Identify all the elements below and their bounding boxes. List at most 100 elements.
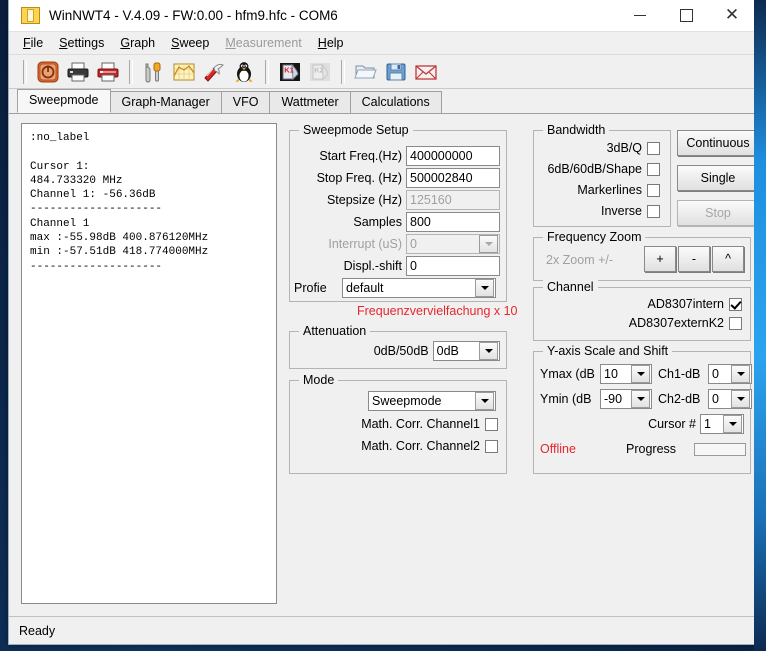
displ-shift-label: Displ.-shift <box>290 259 402 273</box>
ymax-label: Ymax (dB <box>540 367 598 381</box>
chevron-down-icon[interactable] <box>731 365 750 383</box>
stop-button: Stop <box>677 200 755 226</box>
start-freq-input[interactable]: 400000000 <box>406 146 500 166</box>
channel-group: Channel AD8307intern AD8307externK2 <box>533 287 751 341</box>
bandwidth-markerlines-checkbox[interactable] <box>647 184 660 197</box>
interrupt-value: 0 <box>410 237 479 251</box>
folder-open-icon[interactable] <box>351 58 381 86</box>
tab-graph-manager[interactable]: Graph-Manager <box>110 91 222 113</box>
menu-label-measurement: easurement <box>236 36 302 50</box>
attenuation-title: Attenuation <box>299 324 370 338</box>
math-corr-ch1-checkbox[interactable] <box>485 418 498 431</box>
menu-label-graph: raph <box>130 36 155 50</box>
window-controls: ✕ <box>617 0 755 30</box>
swiss-knife-icon[interactable] <box>199 58 229 86</box>
zoom-out-button[interactable]: - <box>678 246 710 272</box>
tab-strip: Sweepmode Graph-Manager VFO Wattmeter Ca… <box>9 89 755 114</box>
channel-ad8307externk2-label: AD8307externK2 <box>534 316 724 330</box>
printer-icon[interactable] <box>63 58 93 86</box>
attenuation-select[interactable]: 0dB <box>433 341 500 361</box>
chevron-down-icon[interactable] <box>731 390 750 408</box>
bandwidth-inverse-checkbox[interactable] <box>647 205 660 218</box>
attenuation-group: Attenuation 0dB/50dB 0dB <box>289 331 507 369</box>
svg-text:K1: K1 <box>284 65 294 74</box>
toolbar: K1 K2 <box>9 55 755 89</box>
samples-label: Samples <box>290 215 402 229</box>
menu-item-file[interactable]: File <box>15 34 51 52</box>
zoom-in-button[interactable]: + <box>644 246 676 272</box>
tab-calculations[interactable]: Calculations <box>350 91 442 113</box>
main-content: :no_label Cursor 1: 484.733320 MHz Chann… <box>9 114 755 616</box>
zoom-up-button[interactable]: ^ <box>712 246 744 272</box>
math-corr-ch2-checkbox[interactable] <box>485 440 498 453</box>
bandwidth-group: Bandwidth 3dB/Q 6dB/60dB/Shape Markerlin… <box>533 130 671 227</box>
ymax-select[interactable]: 10 <box>600 364 652 384</box>
mode-value: Sweepmode <box>372 394 475 408</box>
menu-label-sweep: weep <box>179 36 209 50</box>
tab-wattmeter[interactable]: Wattmeter <box>269 91 350 113</box>
minimize-button[interactable] <box>617 0 663 30</box>
menu-label-file: ile <box>31 36 44 50</box>
channel-ad8307intern-checkbox[interactable] <box>729 298 742 311</box>
menu-item-help[interactable]: Help <box>310 34 352 52</box>
menu-bar: File Settings Graph Sweep Measurement He… <box>9 32 755 55</box>
application-window: WinNWT4 - V.4.09 - FW:0.00 - hfm9.hfc - … <box>8 0 756 645</box>
continuous-button[interactable]: Continuous <box>677 130 755 156</box>
measurement-text-panel[interactable]: :no_label Cursor 1: 484.733320 MHz Chann… <box>21 123 277 604</box>
document-k1-icon[interactable]: K1 <box>275 58 305 86</box>
menu-item-graph[interactable]: Graph <box>112 34 163 52</box>
bandwidth-3db-q-checkbox[interactable] <box>647 142 660 155</box>
connection-status-badge: Offline <box>540 442 576 456</box>
chevron-down-icon[interactable] <box>631 365 650 383</box>
menu-item-settings[interactable]: Settings <box>51 34 112 52</box>
math-corr-ch2-label: Math. Corr. Channel2 <box>290 439 480 453</box>
tab-sweepmode[interactable]: Sweepmode <box>17 89 111 113</box>
chevron-down-icon[interactable] <box>723 415 742 433</box>
ch1-db-select[interactable]: 0 <box>708 364 752 384</box>
bandwidth-3db-q-label: 3dB/Q <box>534 141 642 155</box>
samples-input[interactable]: 800 <box>406 212 500 232</box>
maximize-button[interactable] <box>663 0 709 30</box>
mode-title: Mode <box>299 373 338 387</box>
stop-freq-label: Stop Freq. (Hz) <box>290 171 402 185</box>
bandwidth-6db-60db-shape-checkbox[interactable] <box>647 163 660 176</box>
chevron-down-icon[interactable] <box>475 392 494 410</box>
profie-value: default <box>346 281 475 295</box>
bandwidth-markerlines-label: Markerlines <box>534 183 642 197</box>
graph-grid-icon[interactable] <box>169 58 199 86</box>
toolbar-separator <box>23 60 27 84</box>
chevron-down-icon[interactable] <box>479 342 498 360</box>
menu-item-sweep[interactable]: Sweep <box>163 34 217 52</box>
tab-vfo[interactable]: VFO <box>221 91 271 113</box>
stop-freq-input[interactable]: 500002840 <box>406 168 500 188</box>
interrupt-select: 0 <box>406 234 500 254</box>
close-button[interactable]: ✕ <box>709 0 755 30</box>
floppy-save-icon[interactable] <box>381 58 411 86</box>
mode-select[interactable]: Sweepmode <box>368 391 496 411</box>
chevron-down-icon[interactable] <box>631 390 650 408</box>
math-corr-ch1-label: Math. Corr. Channel1 <box>290 417 480 431</box>
single-button[interactable]: Single <box>677 165 755 191</box>
status-text: Ready <box>19 624 55 638</box>
tools-wrench-screwdriver-icon[interactable] <box>139 58 169 86</box>
progress-bar <box>694 443 746 456</box>
document-k2-icon: K2 <box>305 58 335 86</box>
ymin-value: -90 <box>604 392 631 406</box>
channel-ad8307externk2-checkbox[interactable] <box>729 317 742 330</box>
yaxis-scale-shift-title: Y-axis Scale and Shift <box>543 344 672 358</box>
penguin-tux-icon[interactable] <box>229 58 259 86</box>
envelope-red-icon[interactable] <box>411 58 441 86</box>
attenuation-label: 0dB/50dB <box>290 344 429 358</box>
chevron-down-icon[interactable] <box>475 279 494 297</box>
ch2-db-select[interactable]: 0 <box>708 389 752 409</box>
printer-red-icon[interactable] <box>93 58 123 86</box>
profie-label: Profie <box>294 281 338 295</box>
ch1-db-label: Ch1-dB <box>658 367 708 381</box>
power-off-icon[interactable] <box>33 58 63 86</box>
profie-select[interactable]: default <box>342 278 496 298</box>
bandwidth-inverse-label: Inverse <box>534 204 642 218</box>
cursor-number-select[interactable]: 1 <box>700 414 744 434</box>
start-freq-label: Start Freq.(Hz) <box>290 149 402 163</box>
ymin-select[interactable]: -90 <box>600 389 652 409</box>
displ-shift-input[interactable]: 0 <box>406 256 500 276</box>
